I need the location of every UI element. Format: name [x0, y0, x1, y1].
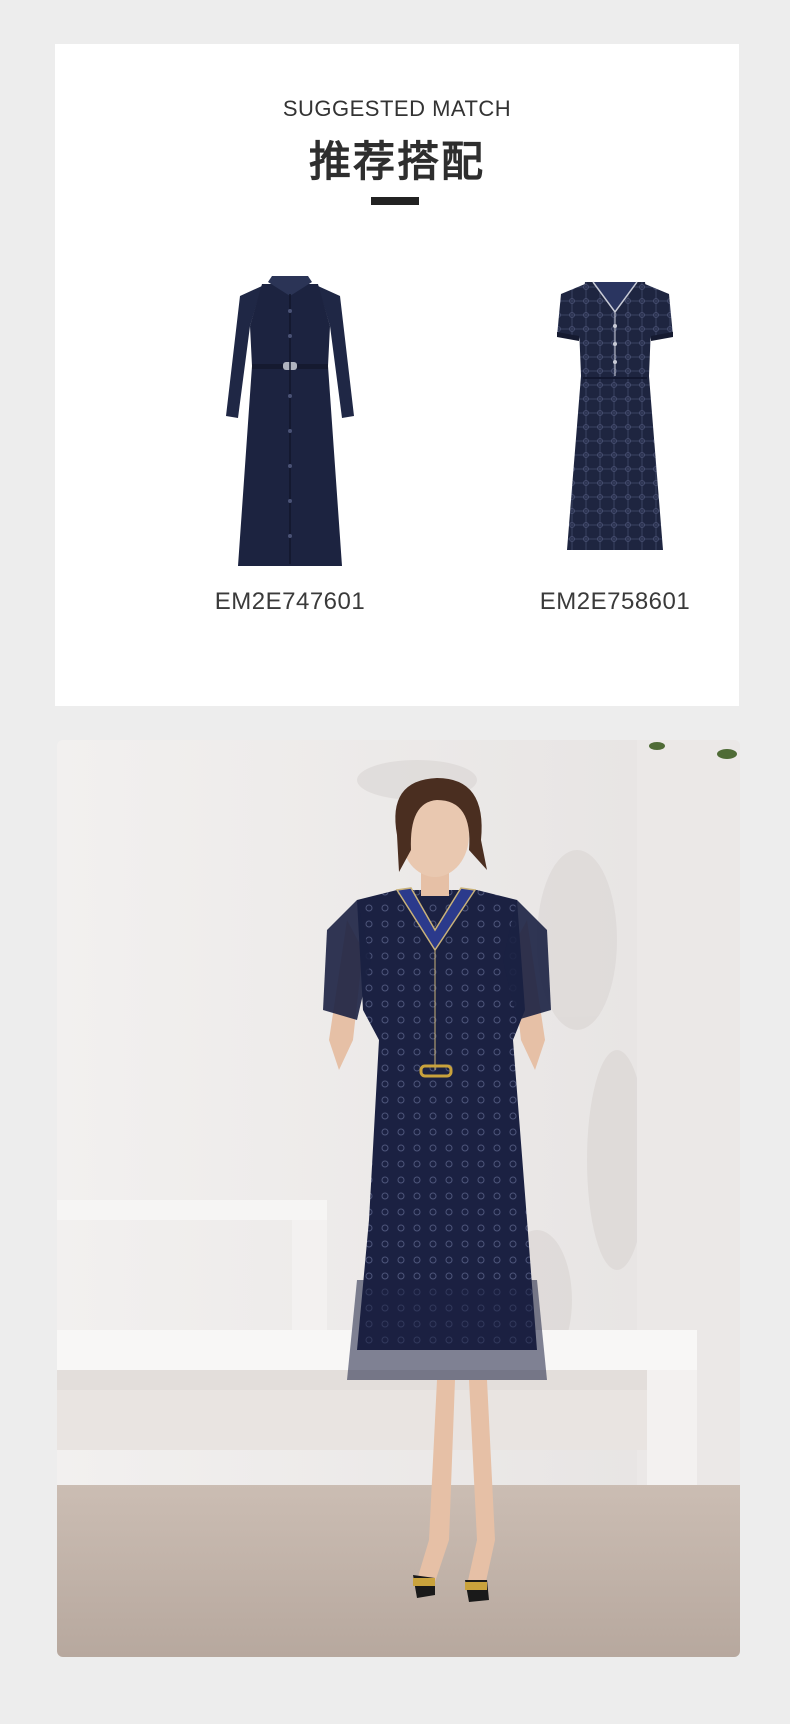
model-wearing-dress-image	[57, 740, 740, 1657]
section-title: 推荐搭配	[308, 137, 485, 186]
product-image-shirt-dress	[226, 276, 354, 566]
section-subtitle: SUGGESTED MATCH	[282, 96, 512, 121]
product-card-1[interactable]: EM2E747601	[170, 266, 410, 636]
title-underline	[371, 197, 419, 205]
suggested-match-card: SUGGESTED MATCH 推荐搭配 EM2E747601 EM2E7586…	[55, 44, 739, 706]
product-code[interactable]: EM2E758601	[495, 588, 735, 616]
product-code[interactable]: EM2E747601	[170, 588, 410, 616]
product-card-2[interactable]: EM2E758601	[495, 266, 735, 636]
model-photo	[57, 740, 740, 1657]
product-image-lace-dress	[557, 281, 673, 550]
